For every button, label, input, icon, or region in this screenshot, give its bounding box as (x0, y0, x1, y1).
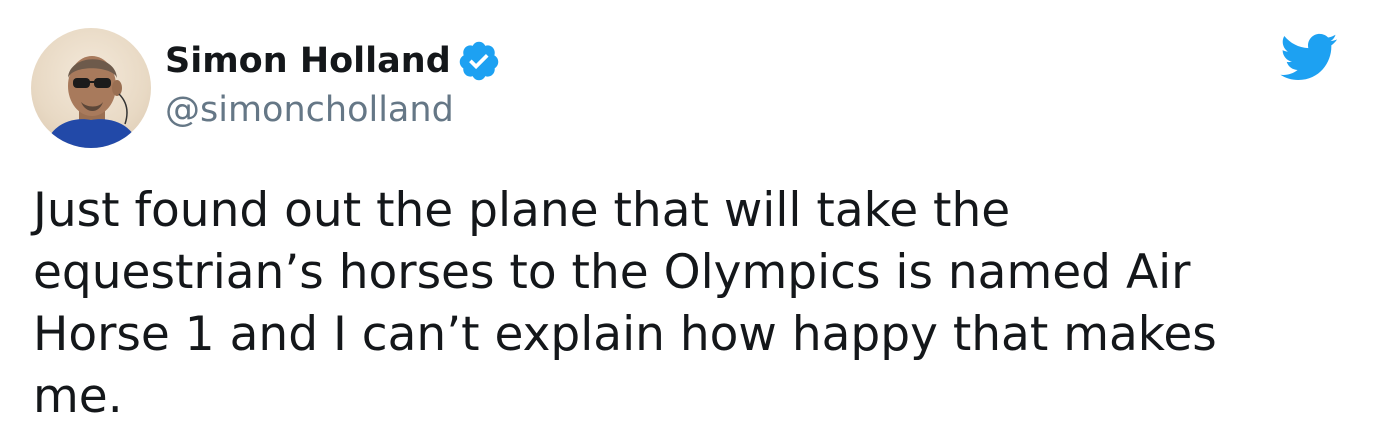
display-name[interactable]: Simon Holland (165, 41, 451, 81)
twitter-bird-icon[interactable] (1278, 32, 1338, 82)
user-handle[interactable]: @simoncholland (165, 90, 454, 130)
tweet-text: Just found out the plane that will take … (33, 183, 1217, 424)
author-name-row: Simon Holland (165, 36, 501, 86)
avatar[interactable] (31, 28, 151, 148)
tweet-card: Simon Holland @simoncholland Just found … (0, 0, 1380, 430)
avatar-photo (45, 56, 139, 148)
verified-badge-icon (459, 41, 498, 81)
